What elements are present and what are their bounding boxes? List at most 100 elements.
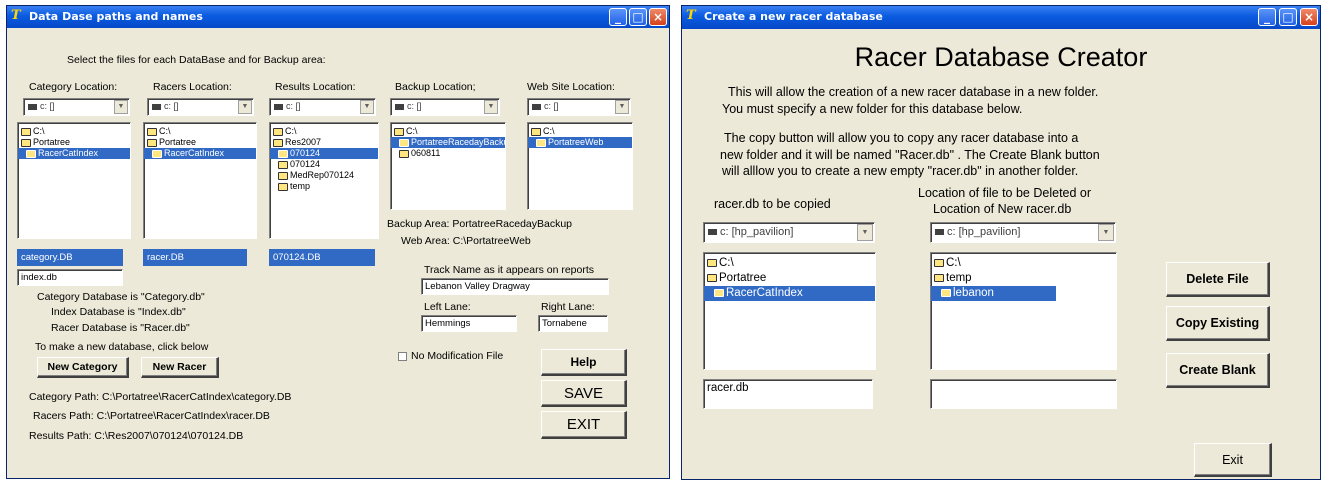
drive-icon xyxy=(152,103,161,110)
folder-item-selected[interactable]: PortatreeWeb xyxy=(528,137,632,148)
folder-item-selected[interactable]: lebanon xyxy=(931,286,1056,301)
track-name-input[interactable]: Lebanon Valley Dragway xyxy=(421,278,609,295)
save-button[interactable]: SAVE xyxy=(541,380,627,407)
racer-file-field[interactable]: racer.DB xyxy=(143,249,247,266)
help-button[interactable]: Help xyxy=(541,349,627,376)
paths-title-bar[interactable]: T Data Dase paths and names _ □ × xyxy=(7,6,669,28)
copy-existing-button[interactable]: Copy Existing xyxy=(1166,306,1270,341)
create-blank-button[interactable]: Create Blank xyxy=(1166,353,1270,388)
folder-icon xyxy=(147,138,157,147)
folder-item[interactable]: Portatree xyxy=(704,271,875,286)
folder-item[interactable]: temp xyxy=(931,271,1116,286)
drive-icon xyxy=(935,229,944,236)
folder-item[interactable]: C:\ xyxy=(391,126,505,137)
source-folder-list[interactable]: C:\ Portatree RacerCatIndex xyxy=(703,252,876,370)
folder-item[interactable]: temp xyxy=(270,181,378,192)
folder-item-selected[interactable]: PortatreeRacedayBacku xyxy=(391,137,505,148)
creator-title-bar[interactable]: T Create a new racer database _ □ × xyxy=(682,6,1320,29)
folder-icon xyxy=(152,149,162,158)
target-file-field[interactable] xyxy=(930,379,1117,409)
exit-button[interactable]: Exit xyxy=(1194,443,1272,477)
right-lane-label: Right Lane: xyxy=(541,301,595,313)
window-title: Create a new racer database xyxy=(704,10,883,23)
chevron-down-icon[interactable]: ▼ xyxy=(484,100,498,114)
description-line-5: will alllow you to create a new empty "r… xyxy=(722,164,1079,178)
folder-icon xyxy=(147,127,157,136)
source-file-field[interactable]: racer.db xyxy=(703,379,873,409)
category-db-info: Category Database is "Category.db" xyxy=(37,291,205,303)
target-folder-list[interactable]: C:\ temp lebanon xyxy=(930,252,1117,370)
drive-icon xyxy=(395,103,404,110)
folder-item-selected[interactable]: RacerCatIndex xyxy=(704,286,875,301)
left-lane-label: Left Lane: xyxy=(424,301,471,313)
folder-icon xyxy=(714,288,724,297)
results-drive-select[interactable]: c: [] ▼ xyxy=(269,98,376,116)
folder-icon xyxy=(934,273,944,282)
delete-file-button[interactable]: Delete File xyxy=(1166,262,1270,297)
results-folder-list[interactable]: C:\ Res2007 070124 070124 MedRep070124 t… xyxy=(269,122,379,239)
web-drive-select[interactable]: c: [] ▼ xyxy=(527,98,631,116)
chevron-down-icon[interactable]: ▼ xyxy=(615,100,629,114)
close-icon[interactable]: × xyxy=(649,8,667,26)
folder-icon xyxy=(531,127,541,136)
close-icon[interactable]: × xyxy=(1300,8,1318,26)
folder-icon xyxy=(278,149,288,158)
folder-item[interactable]: MedRep070124 xyxy=(270,170,378,181)
folder-item[interactable]: C:\ xyxy=(931,256,1116,271)
description-line-2: You must specify a new folder for this d… xyxy=(722,102,1023,116)
new-category-button[interactable]: New Category xyxy=(37,357,129,378)
category-folder-list[interactable]: C:\ Portatree RacerCatIndex xyxy=(17,122,131,239)
maximize-icon[interactable]: □ xyxy=(1279,8,1297,26)
right-lane-input[interactable]: Tornabene xyxy=(538,315,608,332)
creator-heading: Racer Database Creator xyxy=(854,42,1148,72)
left-lane-input[interactable]: Hemmings xyxy=(421,315,517,332)
racer-db-info: Racer Database is "Racer.db" xyxy=(51,322,190,334)
category-drive-select[interactable]: c: [] ▼ xyxy=(23,98,130,116)
index-file-field[interactable]: index.db xyxy=(17,269,123,286)
chevron-down-icon[interactable]: ▼ xyxy=(360,100,374,114)
folder-item[interactable]: Portatree xyxy=(144,137,256,148)
folder-icon xyxy=(707,273,717,282)
index-db-info: Index Database is "Index.db" xyxy=(51,306,186,318)
target-drive-select[interactable]: c: [hp_pavilion] ▼ xyxy=(930,222,1116,243)
new-racer-button[interactable]: New Racer xyxy=(141,357,219,378)
chevron-down-icon[interactable]: ▼ xyxy=(238,100,252,114)
racers-folder-list[interactable]: C:\ Portatree RacerCatIndex xyxy=(143,122,257,239)
folder-item[interactable]: 060811 xyxy=(391,148,505,159)
folder-item[interactable]: C:\ xyxy=(704,256,875,271)
description-line-3: The copy button will allow you to copy a… xyxy=(724,131,1079,145)
paths-window: T Data Dase paths and names _ □ × Select… xyxy=(6,5,670,479)
chevron-down-icon[interactable]: ▼ xyxy=(1098,224,1114,241)
new-db-hint: To make a new database, click below xyxy=(35,341,209,353)
web-folder-list[interactable]: C:\ PortatreeWeb xyxy=(527,122,633,210)
folder-icon xyxy=(399,149,409,158)
folder-icon xyxy=(941,288,951,297)
folder-item-selected[interactable]: 070124 xyxy=(270,148,378,159)
folder-item-selected[interactable]: RacerCatIndex xyxy=(144,148,256,159)
web-area-text: Web Area: C:\PortatreeWeb xyxy=(401,235,531,247)
minimize-icon[interactable]: _ xyxy=(1258,8,1276,26)
maximize-icon[interactable]: □ xyxy=(629,8,647,26)
backup-drive-select[interactable]: c: [] ▼ xyxy=(390,98,500,116)
folder-item[interactable]: C:\ xyxy=(528,126,632,137)
folder-item[interactable]: 070124 xyxy=(270,159,378,170)
backup-folder-list[interactable]: C:\ PortatreeRacedayBacku 060811 xyxy=(390,122,506,210)
folder-item-selected[interactable]: RacerCatIndex xyxy=(18,148,130,159)
drive-icon xyxy=(274,103,283,110)
folder-item[interactable]: C:\ xyxy=(18,126,130,137)
folder-item[interactable]: C:\ xyxy=(270,126,378,137)
category-file-field[interactable]: category.DB xyxy=(17,249,123,266)
results-file-field[interactable]: 070124.DB xyxy=(269,249,375,266)
minimize-icon[interactable]: _ xyxy=(609,8,627,26)
racers-drive-select[interactable]: c: [] ▼ xyxy=(147,98,254,116)
folder-item[interactable]: Portatree xyxy=(18,137,130,148)
exit-button[interactable]: EXIT xyxy=(541,411,627,439)
no-modification-checkbox[interactable] xyxy=(398,352,407,361)
folder-item[interactable]: C:\ xyxy=(144,126,256,137)
source-drive-select[interactable]: c: [hp_pavilion] ▼ xyxy=(703,222,875,243)
chevron-down-icon[interactable]: ▼ xyxy=(114,100,128,114)
folder-item[interactable]: Res2007 xyxy=(270,137,378,148)
folder-icon xyxy=(394,127,404,136)
description-line-1: This will allow the creation of a new ra… xyxy=(728,85,1099,99)
chevron-down-icon[interactable]: ▼ xyxy=(857,224,873,241)
